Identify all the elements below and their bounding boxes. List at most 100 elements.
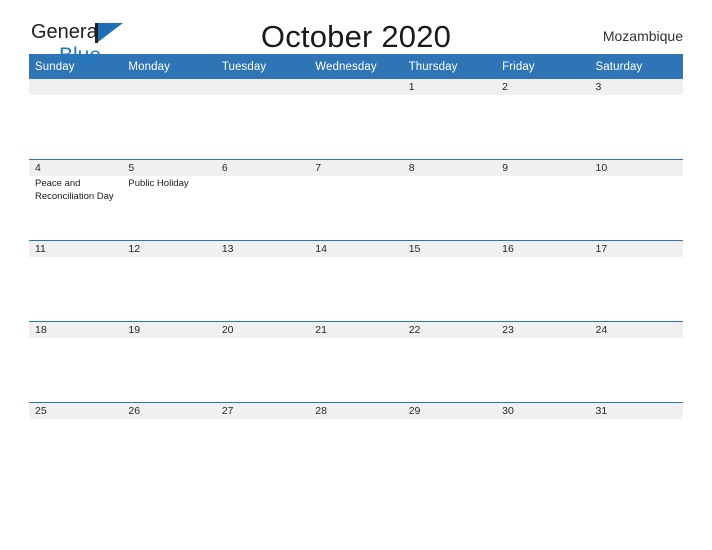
day-number: 7 <box>309 160 403 176</box>
day-number: 23 <box>496 322 590 338</box>
day-event-label <box>122 95 215 97</box>
day-number: 12 <box>122 241 216 257</box>
day-number: 30 <box>496 403 590 419</box>
weekday-header-saturday: Saturday <box>589 54 683 79</box>
calendar-day-cell[interactable]: 21 <box>309 321 403 403</box>
day-event-label: Peace and Reconciliation Day <box>35 178 114 202</box>
calendar-day-cell[interactable]: 29 <box>402 402 497 483</box>
day-event-label <box>590 338 683 340</box>
page-title: October 2020 <box>260 19 452 54</box>
calendar-body: 1 2 3 4 Peace and Reconciliation Day 5 Pub… <box>29 79 683 483</box>
day-event-label <box>216 176 309 178</box>
calendar-day-cell[interactable]: 25 <box>29 402 123 483</box>
day-number: 25 <box>29 403 123 419</box>
calendar-day-cell[interactable]: 19 <box>122 321 216 403</box>
calendar-day-cell[interactable]: 27 <box>215 402 310 483</box>
day-event-label <box>309 95 402 97</box>
calendar-day-cell[interactable] <box>309 79 403 160</box>
day-event-label <box>29 419 122 421</box>
calendar-day-cell[interactable]: 26 <box>122 402 216 483</box>
day-event-label <box>590 257 683 259</box>
calendar-day-cell[interactable]: 24 <box>589 321 683 403</box>
day-number: 19 <box>122 322 216 338</box>
day-number <box>215 79 310 95</box>
day-event-label <box>403 95 496 97</box>
calendar-day-cell[interactable]: 5 Public Holiday <box>122 159 216 241</box>
calendar-day-cell[interactable]: 15 <box>402 240 497 322</box>
calendar-day-cell[interactable]: 17 <box>589 240 683 322</box>
calendar-day-cell[interactable]: 8 <box>402 159 497 241</box>
weekday-header-thursday: Thursday <box>402 54 497 79</box>
calendar-day-cell[interactable]: 31 <box>589 402 683 483</box>
calendar-day-cell[interactable]: 7 <box>309 159 403 241</box>
calendar-day-cell[interactable] <box>122 79 216 160</box>
day-number: 5 <box>122 160 216 176</box>
day-event-label <box>590 95 683 97</box>
calendar-week-row: 11 12 13 14 15 16 17 <box>29 240 683 322</box>
day-number: 2 <box>496 79 590 95</box>
day-number: 8 <box>402 160 497 176</box>
day-event-label <box>590 419 683 421</box>
day-number <box>309 79 403 95</box>
day-number: 26 <box>122 403 216 419</box>
day-number: 17 <box>589 241 683 257</box>
day-event-label <box>309 338 402 340</box>
day-event-label <box>122 338 215 340</box>
calendar-day-cell[interactable]: 3 <box>589 79 683 160</box>
day-event-label <box>403 257 496 259</box>
day-event-label <box>122 257 215 259</box>
day-number: 3 <box>589 79 683 95</box>
calendar-week-row: 18 19 20 21 22 23 24 <box>29 321 683 403</box>
calendar-day-cell[interactable]: 16 <box>496 240 590 322</box>
weekday-header-friday: Friday <box>496 54 590 79</box>
calendar-day-cell[interactable]: 20 <box>215 321 310 403</box>
calendar-day-cell[interactable]: 12 <box>122 240 216 322</box>
day-event-label <box>216 257 309 259</box>
day-event-label <box>216 95 309 97</box>
day-number: 18 <box>29 322 123 338</box>
day-number: 13 <box>215 241 310 257</box>
day-event-label <box>309 419 402 421</box>
calendar-day-cell[interactable]: 23 <box>496 321 590 403</box>
calendar-week-row: 25 26 27 28 29 30 31 <box>29 402 683 483</box>
calendar-page: General Blue October 2020 Mozambique Sun… <box>0 0 712 550</box>
calendar-day-cell[interactable]: 22 <box>402 321 497 403</box>
day-number: 28 <box>309 403 403 419</box>
calendar-day-cell[interactable]: 6 <box>215 159 310 241</box>
day-number: 6 <box>215 160 310 176</box>
calendar-day-cell[interactable]: 10 <box>589 159 683 241</box>
day-number <box>29 79 123 95</box>
weekday-header-tuesday: Tuesday <box>215 54 310 79</box>
calendar-week-row: 1 2 3 <box>29 79 683 160</box>
day-number: 1 <box>402 79 497 95</box>
day-event-label: Public Holiday <box>128 178 189 189</box>
day-number: 16 <box>496 241 590 257</box>
day-event-label <box>403 419 496 421</box>
day-number: 9 <box>496 160 590 176</box>
weekday-header-wednesday: Wednesday <box>309 54 403 79</box>
day-number: 21 <box>309 322 403 338</box>
calendar-day-cell[interactable]: 9 <box>496 159 590 241</box>
day-number: 27 <box>215 403 310 419</box>
day-event-label <box>496 338 589 340</box>
calendar-day-cell[interactable]: 14 <box>309 240 403 322</box>
calendar-day-cell[interactable]: 28 <box>309 402 403 483</box>
day-event-label <box>403 338 496 340</box>
calendar-day-cell[interactable]: 4 Peace and Reconciliation Day <box>29 159 123 241</box>
day-event-label <box>496 95 589 97</box>
calendar-day-cell[interactable]: 1 <box>402 79 497 160</box>
calendar-grid: Sunday Monday Tuesday Wednesday Thursday… <box>29 54 683 483</box>
day-number: 20 <box>215 322 310 338</box>
day-event-label <box>216 338 309 340</box>
day-event-label <box>309 257 402 259</box>
calendar-day-cell[interactable]: 2 <box>496 79 590 160</box>
day-event-label <box>309 176 402 178</box>
calendar-day-cell[interactable] <box>215 79 310 160</box>
day-event-label <box>29 257 122 259</box>
calendar-day-cell[interactable]: 13 <box>215 240 310 322</box>
day-event-label <box>29 338 122 340</box>
calendar-day-cell[interactable]: 30 <box>496 402 590 483</box>
calendar-day-cell[interactable]: 18 <box>29 321 123 403</box>
calendar-day-cell[interactable]: 11 <box>29 240 123 322</box>
calendar-day-cell[interactable] <box>29 79 123 160</box>
